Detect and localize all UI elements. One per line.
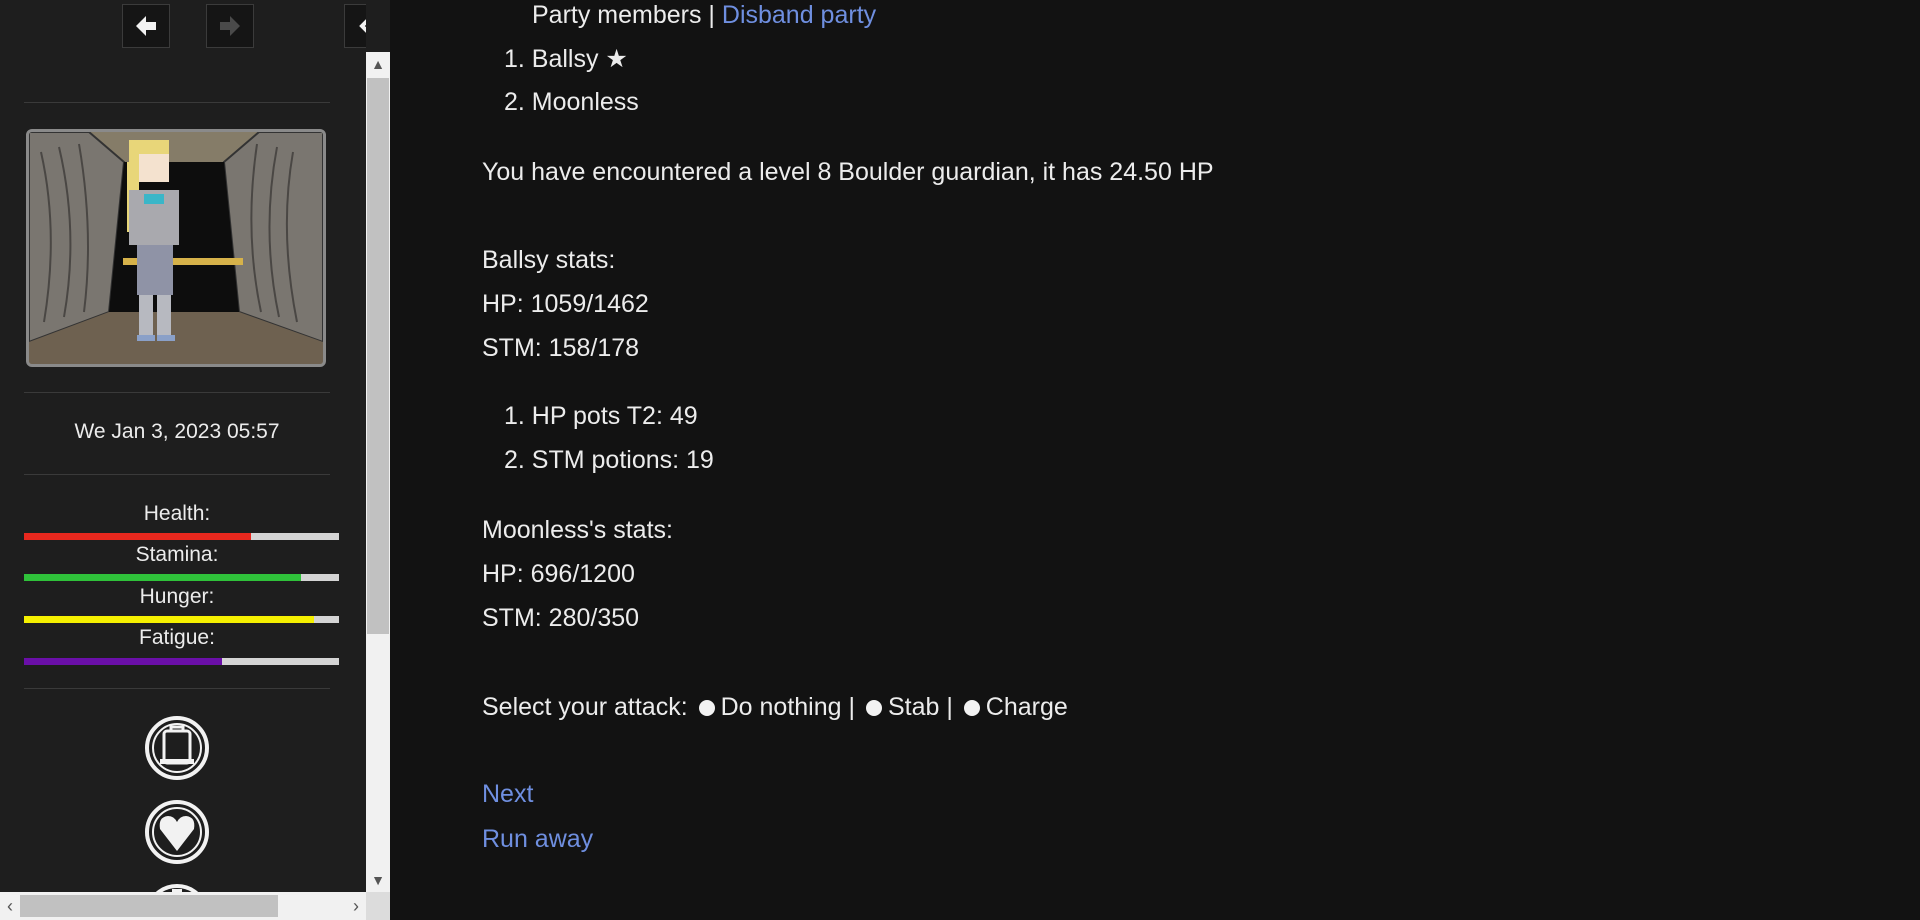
ballsy-stats-heading: Ballsy stats:: [482, 246, 616, 274]
item-stm-potions: 2. STM potions: 19: [504, 446, 714, 474]
party-member-2: 2. Moonless: [504, 88, 639, 116]
item-label: HP pots T2: 49: [531, 402, 698, 430]
divider: [24, 474, 330, 475]
hunger-bar: [24, 616, 339, 623]
arrow-right-icon: [220, 16, 240, 36]
fatigue-bar: [24, 658, 339, 665]
health-label: Health:: [143, 502, 211, 525]
scroll-down-arrow[interactable]: ▼: [366, 868, 390, 892]
separator: |: [946, 693, 953, 721]
sidebar: We Jan 3, 2023 05:57 Health: Stamina: Hu…: [0, 0, 390, 920]
party-member-name: Ballsy ★: [531, 45, 628, 73]
health-bar: [24, 533, 339, 540]
item-label: STM potions: 19: [531, 446, 714, 474]
attack-option-label: Stab: [887, 693, 940, 721]
radio-charge[interactable]: [963, 700, 980, 716]
character-portrait: [26, 129, 326, 367]
next-link[interactable]: Next: [482, 780, 533, 808]
divider: [24, 392, 330, 393]
attack-label: Select your attack:: [482, 693, 688, 721]
fatigue-bar-fill: [24, 658, 223, 665]
heart-icon: [145, 800, 209, 864]
run-away-link[interactable]: Run away: [482, 825, 593, 853]
divider: [24, 102, 330, 103]
moonless-stats-heading: Moonless's stats:: [482, 516, 673, 544]
ballsy-hp: HP: 1059/1462: [482, 290, 649, 318]
scrollbar-thumb[interactable]: [20, 895, 278, 917]
chevron-left-icon: [359, 19, 366, 33]
inventory-button[interactable]: [144, 715, 210, 781]
backpack-icon: [145, 716, 209, 780]
encounter-text: You have encountered a level 8 Boulder g…: [482, 158, 1214, 186]
collapse-sidebar-button[interactable]: [344, 4, 366, 48]
arrow-left-icon: [136, 16, 156, 36]
stamina-label: Stamina:: [135, 543, 219, 566]
separator: |: [848, 693, 856, 721]
scrollbar-thumb[interactable]: [367, 78, 389, 634]
party-members-label: Party members |: [532, 1, 715, 29]
stamina-bar-fill: [24, 574, 302, 581]
ballsy-stm: STM: 158/178: [482, 334, 640, 362]
radio-stab[interactable]: [865, 700, 882, 716]
hunger-label: Hunger:: [139, 585, 215, 608]
shield-icon: [155, 884, 199, 892]
scroll-up-arrow[interactable]: ▲: [366, 52, 390, 76]
disband-party-link[interactable]: Disband party: [722, 1, 876, 29]
game-date: We Jan 3, 2023 05:57: [74, 420, 280, 443]
party-member-name: Moonless: [531, 88, 639, 116]
radio-do-nothing[interactable]: [698, 700, 715, 716]
scrollbar-corner: [366, 892, 390, 920]
attack-option-label: Do nothing: [720, 693, 842, 721]
attack-selector: Select your attack: Do nothing | Stab | …: [482, 685, 1068, 729]
item-hp-pots: 1. HP pots T2: 49: [504, 402, 698, 430]
forward-button[interactable]: [206, 4, 254, 48]
moonless-hp: HP: 696/1200: [482, 560, 635, 588]
party-member-1: 1. Ballsy ★: [504, 45, 628, 73]
sidebar-vertical-scrollbar[interactable]: ▲ ▼: [366, 52, 390, 892]
stamina-bar: [24, 574, 339, 581]
moonless-stm: STM: 280/350: [482, 604, 640, 632]
health-button[interactable]: [144, 799, 210, 865]
sidebar-horizontal-scrollbar[interactable]: ‹ ›: [0, 892, 366, 920]
equipment-button[interactable]: [144, 883, 210, 892]
sidebar-content: We Jan 3, 2023 05:57 Health: Stamina: Hu…: [0, 0, 366, 892]
party-header: Party members | Disband party: [532, 0, 876, 37]
scroll-left-arrow[interactable]: ‹: [0, 892, 20, 920]
health-bar-fill: [24, 533, 251, 540]
divider: [24, 688, 330, 689]
back-button[interactable]: [122, 4, 170, 48]
fatigue-label: Fatigue:: [139, 626, 215, 649]
attack-option-label: Charge: [985, 693, 1068, 721]
hunger-bar-fill: [24, 616, 314, 623]
scroll-right-arrow[interactable]: ›: [346, 892, 366, 920]
